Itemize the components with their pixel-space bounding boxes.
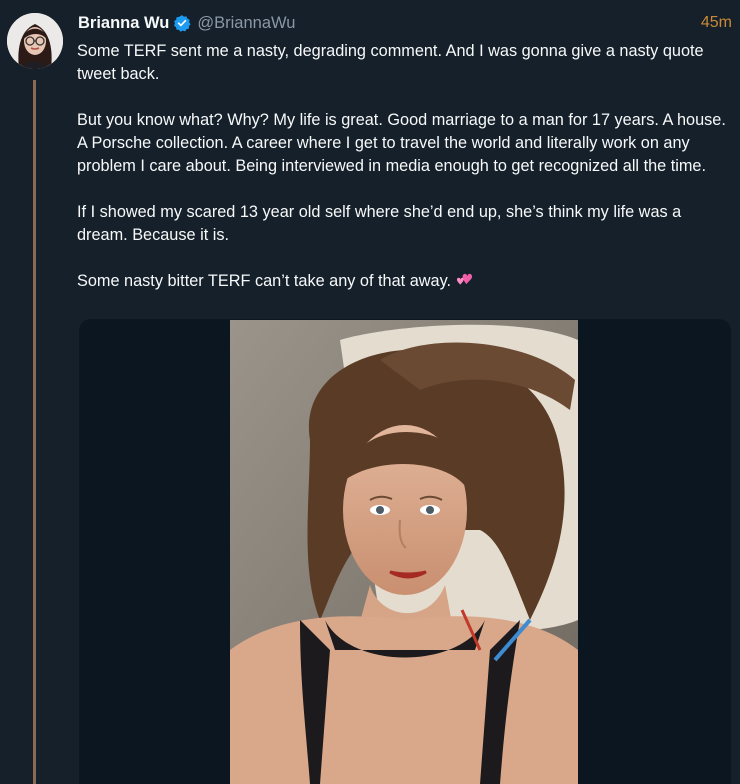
verified-badge-icon xyxy=(174,15,191,32)
tweet[interactable]: Brianna Wu @BriannaWu 45m Some TERF sent… xyxy=(0,0,740,784)
author-avatar[interactable] xyxy=(7,13,63,69)
tweet-text: Some TERF sent me a nasty, degrading com… xyxy=(77,40,732,316)
avatar-photo xyxy=(7,13,63,69)
tweet-photo[interactable] xyxy=(230,320,578,784)
author-display-name[interactable]: Brianna Wu xyxy=(78,14,169,33)
tweet-header: Brianna Wu @BriannaWu 45m xyxy=(78,12,732,34)
tweet-paragraph-4-text: Some nasty bitter TERF can’t take any of… xyxy=(77,272,452,290)
tweet-paragraph-2: But you know what? Why? My life is great… xyxy=(77,111,726,175)
tweet-paragraph-1: Some TERF sent me a nasty, degrading com… xyxy=(77,42,704,83)
tweet-timestamp[interactable]: 45m xyxy=(701,14,732,32)
thread-connector-line xyxy=(33,80,36,784)
tweet-media[interactable] xyxy=(79,319,731,784)
two-hearts-emoji-icon xyxy=(456,273,473,285)
tweet-paragraph-3: If I showed my scared 13 year old self w… xyxy=(77,203,682,244)
selfie-photo xyxy=(230,320,578,784)
tweet-paragraph-4: Some nasty bitter TERF can’t take any of… xyxy=(77,270,732,293)
author-handle[interactable]: @BriannaWu xyxy=(197,14,295,33)
